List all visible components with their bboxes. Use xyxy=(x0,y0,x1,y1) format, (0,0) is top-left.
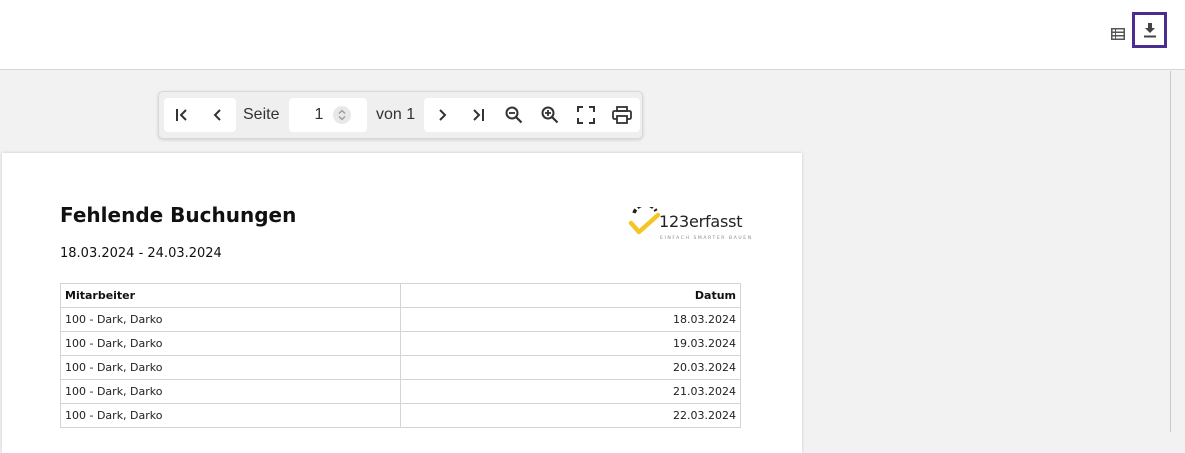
table-list-button[interactable] xyxy=(1106,23,1130,45)
print-button[interactable] xyxy=(604,98,640,132)
fullscreen-icon xyxy=(577,106,595,124)
spinner-arrows-icon xyxy=(338,109,346,121)
zoom-in-icon xyxy=(541,106,559,124)
table-row: 100 - Dark, Darko 19.03.2024 xyxy=(60,331,741,356)
viewer-divider xyxy=(1170,71,1171,432)
previous-page-button[interactable] xyxy=(200,98,236,132)
date-cell: 20.03.2024 xyxy=(400,355,741,380)
fullscreen-button[interactable] xyxy=(568,98,604,132)
zoom-out-icon xyxy=(505,106,523,124)
pdf-toolbar: Seite von 1 xyxy=(158,91,643,139)
last-page-icon xyxy=(473,109,484,121)
date-cell: 22.03.2024 xyxy=(400,403,741,428)
logo-tagline: EINFACH SMARTER BAUEN xyxy=(660,236,753,241)
table-header-row: Mitarbeiter Datum xyxy=(60,283,741,308)
last-page-button[interactable] xyxy=(460,98,496,132)
missing-bookings-table: Mitarbeiter Datum 100 - Dark, Darko 18.0… xyxy=(60,283,741,428)
table-row: 100 - Dark, Darko 22.03.2024 xyxy=(60,403,741,428)
employee-cell: 100 - Dark, Darko xyxy=(60,331,401,356)
nav-forward-group xyxy=(424,98,640,132)
page-count-label: von 1 xyxy=(376,106,416,123)
date-cell: 18.03.2024 xyxy=(400,307,741,332)
first-page-icon xyxy=(176,109,187,121)
employee-cell: 100 - Dark, Darko xyxy=(60,403,401,428)
header-date: Datum xyxy=(400,283,741,308)
company-logo: 123erfasst EINFACH SMARTER BAUEN xyxy=(628,207,751,247)
header-employee: Mitarbeiter xyxy=(60,283,401,308)
print-icon xyxy=(612,106,632,124)
pdf-page: Fehlende Buchungen 18.03.2024 - 24.03.20… xyxy=(2,153,802,453)
date-cell: 21.03.2024 xyxy=(400,379,741,404)
zoom-in-button[interactable] xyxy=(532,98,568,132)
date-cell: 19.03.2024 xyxy=(400,331,741,356)
table-row: 100 - Dark, Darko 21.03.2024 xyxy=(60,379,741,404)
previous-page-icon xyxy=(213,109,221,121)
page-label: Seite xyxy=(243,106,280,123)
next-page-icon xyxy=(439,109,447,121)
next-page-button[interactable] xyxy=(424,98,460,132)
table-row: 100 - Dark, Darko 20.03.2024 xyxy=(60,355,741,380)
page-number-field[interactable] xyxy=(289,98,367,132)
table-row: 100 - Dark, Darko 18.03.2024 xyxy=(60,307,741,332)
first-page-button[interactable] xyxy=(164,98,200,132)
employee-cell: 100 - Dark, Darko xyxy=(60,307,401,332)
date-range: 18.03.2024 - 24.03.2024 xyxy=(60,246,222,261)
download-button[interactable] xyxy=(1132,12,1167,48)
download-icon xyxy=(1143,22,1156,37)
nav-back-group xyxy=(164,98,236,132)
employee-cell: 100 - Dark, Darko xyxy=(60,379,401,404)
page-spinner[interactable] xyxy=(333,106,351,124)
employee-cell: 100 - Dark, Darko xyxy=(60,355,401,380)
document-title: Fehlende Buchungen xyxy=(60,203,297,227)
zoom-out-button[interactable] xyxy=(496,98,532,132)
table-list-icon xyxy=(1111,28,1125,40)
logo-wordmark: 123erfasst xyxy=(659,212,743,231)
top-bar xyxy=(0,0,1185,70)
logo-mark-icon xyxy=(628,207,661,235)
